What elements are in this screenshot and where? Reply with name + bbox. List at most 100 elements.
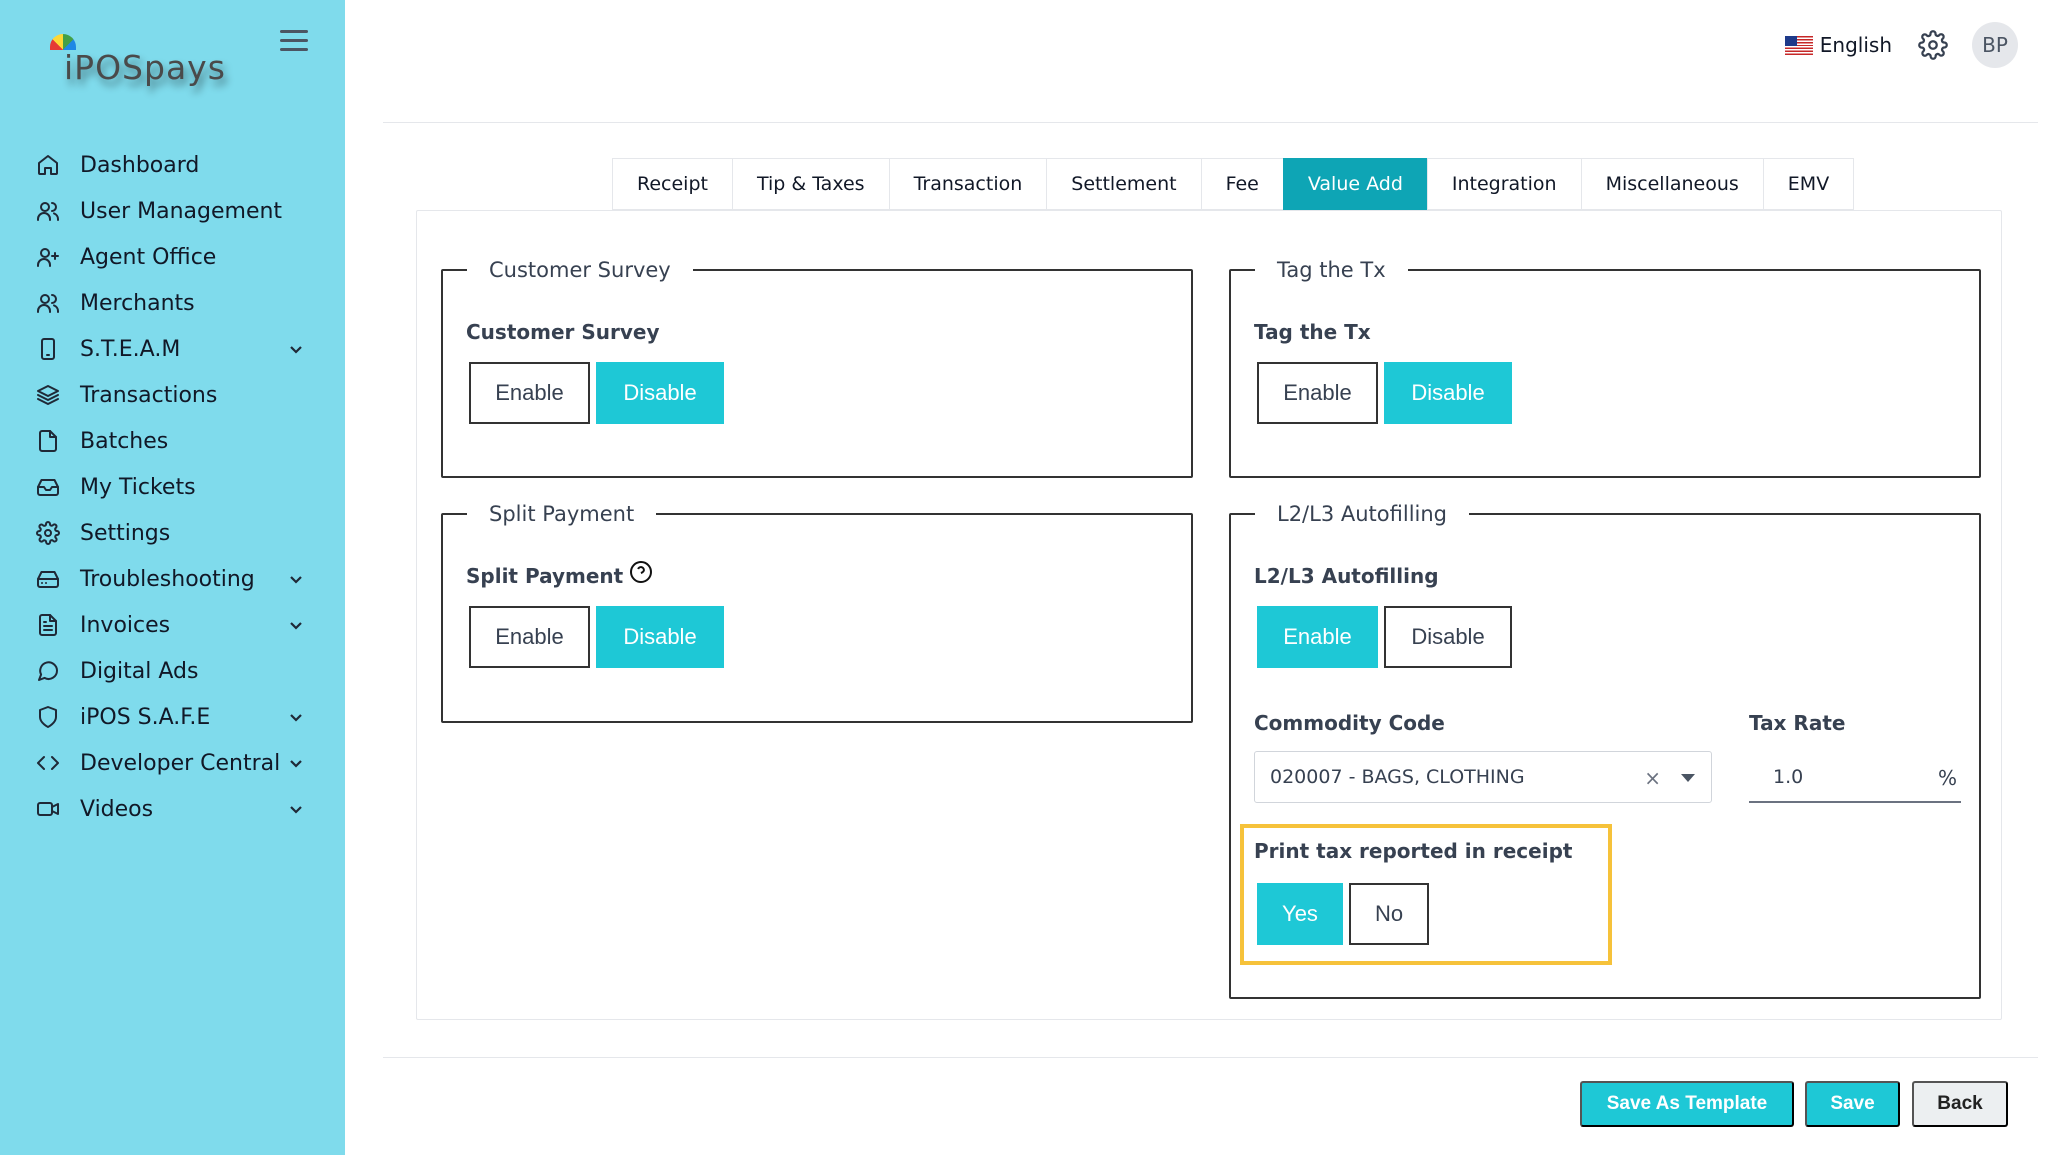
disable-button[interactable]: Disable (1384, 606, 1512, 668)
tab-tip-taxes[interactable]: Tip & Taxes (731, 158, 889, 210)
chevron-down-icon[interactable] (288, 571, 304, 587)
enable-button[interactable]: Enable (1257, 606, 1378, 668)
enable-button[interactable]: Enable (469, 606, 590, 668)
language-selector[interactable]: English (1820, 33, 1892, 57)
l2l3-autofilling-section: L2/L3 Autofilling L2/L3 Autofilling Enab… (1229, 501, 1981, 999)
section-legend: Customer Survey (467, 257, 693, 283)
sidebar-item-settings[interactable]: Settings (0, 510, 345, 556)
sidebar-item-label: Transactions (80, 382, 218, 408)
users-icon (34, 197, 62, 225)
us-flag-icon (1784, 35, 1813, 55)
caret-down-icon[interactable] (1681, 774, 1695, 782)
tax-rate-label: Tax Rate (1749, 711, 1846, 735)
sidebar-item-user-management[interactable]: User Management (0, 188, 345, 234)
code-icon (34, 749, 62, 777)
tab-emv[interactable]: EMV (1762, 158, 1855, 210)
chevron-down-icon[interactable] (288, 341, 304, 357)
tab-transaction[interactable]: Transaction (888, 158, 1047, 210)
sidebar-item-label: Batches (80, 428, 169, 454)
header-divider (383, 122, 2038, 123)
split-payment-toggle: Enable Disable (469, 606, 724, 668)
sidebar-item-label: iPOS S.A.F.E (80, 704, 211, 730)
tab-value-add[interactable]: Value Add (1282, 158, 1427, 210)
print-tax-label: Print tax reported in receipt (1254, 839, 1573, 863)
layers-icon (34, 381, 62, 409)
file-icon (34, 427, 62, 455)
section-legend: Split Payment (467, 501, 657, 527)
header-actions: English BP (1784, 22, 2018, 68)
sidebar-item-dashboard[interactable]: Dashboard (0, 142, 345, 188)
disable-button[interactable]: Disable (596, 606, 724, 668)
sidebar-item-merchants[interactable]: Merchants (0, 280, 345, 326)
sidebar-item-batches[interactable]: Batches (0, 418, 345, 464)
shield-icon (34, 703, 62, 731)
disable-button[interactable]: Disable (1384, 362, 1512, 424)
sidebar-item-label: Troubleshooting (80, 566, 255, 592)
back-button[interactable]: Back (1912, 1081, 2008, 1127)
sidebar-item-transactions[interactable]: Transactions (0, 372, 345, 418)
save-as-template-button[interactable]: Save As Template (1580, 1081, 1794, 1127)
field-label: Split Payment (466, 564, 624, 588)
save-button[interactable]: Save (1805, 1081, 1900, 1127)
home-icon (34, 151, 62, 179)
no-button[interactable]: No (1349, 883, 1429, 945)
tag-tx-toggle: Enable Disable (1257, 362, 1512, 424)
sidebar-item-digital-ads[interactable]: Digital Ads (0, 648, 345, 694)
avatar[interactable]: BP (1972, 22, 2018, 68)
field-label: Tag the Tx (1254, 320, 1371, 344)
sidebar-item-label: Agent Office (80, 244, 217, 270)
sidebar-item-label: Digital Ads (80, 658, 199, 684)
sidebar-item-label: Videos (80, 796, 154, 822)
print-tax-toggle: Yes No (1257, 883, 1429, 945)
disable-button[interactable]: Disable (596, 362, 724, 424)
tax-rate-value: 1.0 (1773, 766, 1804, 788)
sidebar-item-label: Developer Central (80, 750, 281, 776)
sidebar-nav: Dashboard User Management Agent Office M… (0, 142, 345, 832)
commodity-code-label: Commodity Code (1254, 711, 1445, 735)
yes-button[interactable]: Yes (1257, 883, 1343, 945)
message-circle-icon (34, 657, 62, 685)
file-text-icon (34, 611, 62, 639)
logo-text: iPOSpays (64, 48, 226, 87)
gear-icon[interactable] (1918, 30, 1948, 60)
sidebar-item-invoices[interactable]: Invoices (0, 602, 345, 648)
sidebar-item-steam[interactable]: S.T.E.A.M (0, 326, 345, 372)
sidebar-item-label: My Tickets (80, 474, 196, 500)
tab-settlement[interactable]: Settlement (1046, 158, 1201, 210)
commodity-code-value: 020007 - BAGS, CLOTHING (1270, 766, 1525, 788)
device-icon (34, 335, 62, 363)
sidebar-item-my-tickets[interactable]: My Tickets (0, 464, 345, 510)
settings-tabs: Receipt Tip & Taxes Transaction Settleme… (612, 158, 1855, 210)
sidebar-item-troubleshooting[interactable]: Troubleshooting (0, 556, 345, 602)
sidebar-item-label: User Management (80, 198, 283, 224)
tab-fee[interactable]: Fee (1200, 158, 1283, 210)
help-circle-icon[interactable] (629, 560, 653, 584)
commodity-code-select[interactable]: 020007 - BAGS, CLOTHING × (1254, 751, 1712, 803)
sidebar-item-developer-central[interactable]: Developer Central (0, 740, 345, 786)
inbox-icon (34, 473, 62, 501)
users-icon (34, 289, 62, 317)
menu-toggle-icon[interactable] (280, 30, 308, 54)
l2l3-toggle: Enable Disable (1257, 606, 1512, 668)
enable-button[interactable]: Enable (469, 362, 590, 424)
ipospays-logo[interactable]: iPOSpays (46, 34, 236, 94)
chevron-down-icon[interactable] (288, 617, 304, 633)
percent-unit: % (1937, 766, 1957, 790)
tab-integration[interactable]: Integration (1426, 158, 1581, 210)
hard-drive-icon (34, 565, 62, 593)
tab-receipt[interactable]: Receipt (612, 158, 732, 210)
chevron-down-icon[interactable] (288, 755, 304, 771)
sidebar-item-agent-office[interactable]: Agent Office (0, 234, 345, 280)
tax-rate-input[interactable]: 1.0 % (1749, 751, 1961, 803)
user-plus-icon (34, 243, 62, 271)
enable-button[interactable]: Enable (1257, 362, 1378, 424)
sidebar-item-label: S.T.E.A.M (80, 336, 181, 362)
chevron-down-icon[interactable] (288, 801, 304, 817)
chevron-down-icon[interactable] (288, 709, 304, 725)
sidebar-item-ipos-safe[interactable]: iPOS S.A.F.E (0, 694, 345, 740)
video-icon (34, 795, 62, 823)
tag-the-tx-section: Tag the Tx Tag the Tx Enable Disable (1229, 257, 1981, 478)
tab-miscellaneous[interactable]: Miscellaneous (1580, 158, 1763, 210)
sidebar-item-videos[interactable]: Videos (0, 786, 345, 832)
clear-icon[interactable]: × (1644, 766, 1661, 790)
